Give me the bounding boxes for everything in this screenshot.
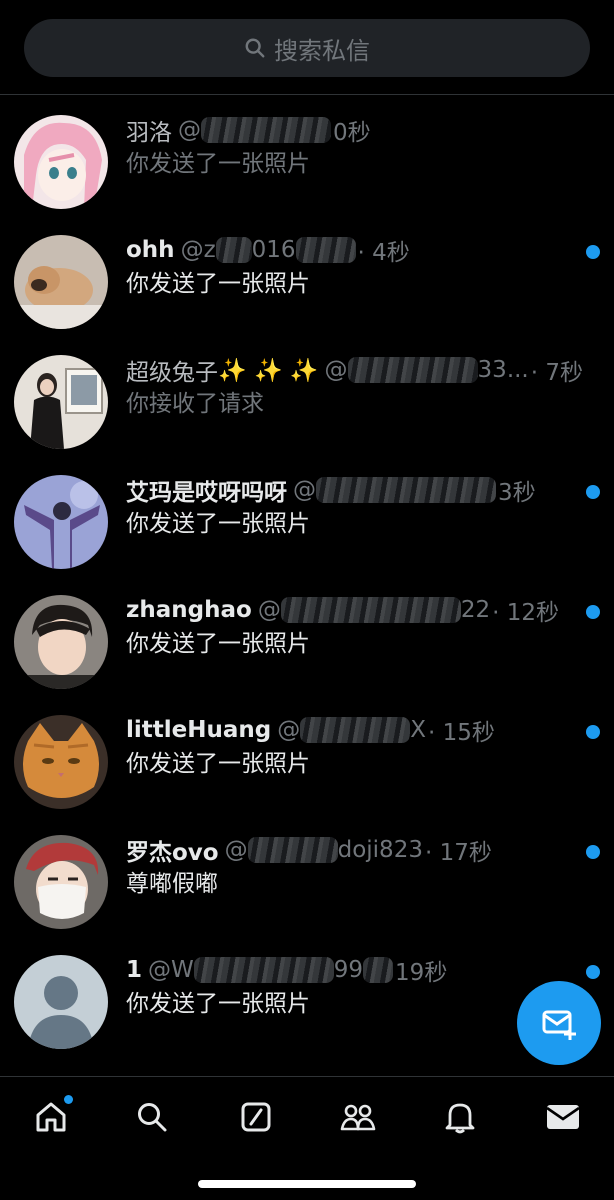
conversation-row[interactable]: ohh @z 016 · 4秒 你发送了一张照片 [0,215,614,335]
communities-icon [340,1104,376,1131]
sparkles-emoji: ✨ ✨ ✨ [218,357,319,384]
message-preview: 你发送了一张照片 [126,511,310,537]
avatar [14,115,108,209]
contact-name: 罗杰ovo [126,840,219,866]
new-message-icon [542,1010,576,1040]
timestamp: · 12秒 [492,600,559,626]
redacted-handle [347,357,478,384]
contact-handle: @22 [257,596,491,624]
redacted-handle [300,717,411,744]
timestamp: 3秒 [498,480,536,506]
contact-name: ohh [126,237,175,263]
avatar [14,595,108,689]
home-icon [36,1102,66,1132]
contact-name: 羽洛 [126,120,172,146]
timestamp: 0秒 [333,120,371,146]
redacted-handle [363,957,394,984]
contact-handle: @ [293,477,496,504]
conversation-row[interactable]: 羽洛 @ 0秒 你发送了一张照片 [0,95,614,215]
avatar [14,235,108,329]
contact-handle: @33... [324,356,529,384]
timestamp: · 15秒 [428,720,495,746]
message-preview: 你发送了一张照片 [126,151,310,177]
unread-indicator [586,605,600,619]
notification-dot [64,1095,73,1104]
conversation-list: 羽洛 @ 0秒 你发送了一张照片 ohh @z 016 · 4秒 你发送了一张照… [0,95,614,1055]
avatar [14,955,108,1049]
timestamp: 19秒 [395,960,448,986]
explore-search-icon [138,1103,167,1132]
avatar [14,835,108,929]
unread-indicator [586,245,600,259]
contact-handle: @ doji823 [224,836,423,864]
nav-messages[interactable] [543,1097,583,1137]
avatar [14,355,108,449]
contact-name: littleHuang [126,717,272,743]
nav-communities[interactable] [338,1097,378,1137]
message-preview: 尊嘟假嘟 [126,871,218,897]
avatar [14,475,108,569]
contact-name: 1 [126,957,143,983]
redacted-handle [280,597,461,624]
redacted-handle [215,237,252,264]
conversation-row[interactable]: 罗杰ovo @ doji823 · 17秒 尊嘟假嘟 [0,815,614,935]
unread-indicator [586,845,600,859]
timestamp: · 4秒 [357,240,410,266]
unread-indicator [586,965,600,979]
contact-handle: @z 016 [181,237,356,264]
home-indicator [198,1180,416,1188]
contact-handle: @ [178,117,331,144]
default-avatar-icon [14,955,108,1049]
message-preview: 你发送了一张照片 [126,271,310,297]
message-preview: 你发送了一张照片 [126,751,310,777]
contact-name: 超级兔子 [126,360,218,386]
notifications-icon [445,1103,475,1134]
search-input[interactable]: 搜索私信 [24,19,590,77]
avatar [14,715,108,809]
message-preview: 你发送了一张照片 [126,631,310,657]
search-icon [245,38,265,58]
contact-name: zhanghao [126,597,252,623]
nav-explore[interactable] [132,1097,172,1137]
contact-handle: @W 99 [148,957,394,984]
redacted-handle [193,957,334,984]
messages-icon [546,1105,580,1129]
redacted-handle [201,117,331,144]
message-preview: 你接收了请求 [126,391,264,417]
timestamp: · 17秒 [424,840,492,866]
redacted-handle [316,477,496,504]
conversation-row[interactable]: 艾玛是哎呀吗呀 @ 3秒 你发送了一张照片 [0,455,614,575]
unread-indicator [586,725,600,739]
nav-notifications[interactable] [440,1097,480,1137]
redacted-handle [247,837,338,864]
nav-home[interactable] [31,1095,73,1137]
search-placeholder: 搜索私信 [274,36,370,65]
nav-grok[interactable] [236,1097,276,1137]
message-preview: 你发送了一张照片 [126,991,310,1017]
timestamp: · 7秒 [530,360,584,386]
new-message-button[interactable] [517,981,601,1065]
conversation-row[interactable]: littleHuang @ X · 15秒 你发送了一张照片 [0,695,614,815]
conversation-row[interactable]: zhanghao @22 · 12秒 你发送了一张照片 [0,575,614,695]
unread-indicator [586,485,600,499]
grok-icon [241,1102,271,1132]
contact-handle: @ X [277,716,426,744]
contact-name: 艾玛是哎呀吗呀 [126,480,287,506]
conversation-row[interactable]: 超级兔子 ✨ ✨ ✨ @33... · 7秒 你接收了请求 [0,335,614,455]
redacted-handle [295,237,356,264]
